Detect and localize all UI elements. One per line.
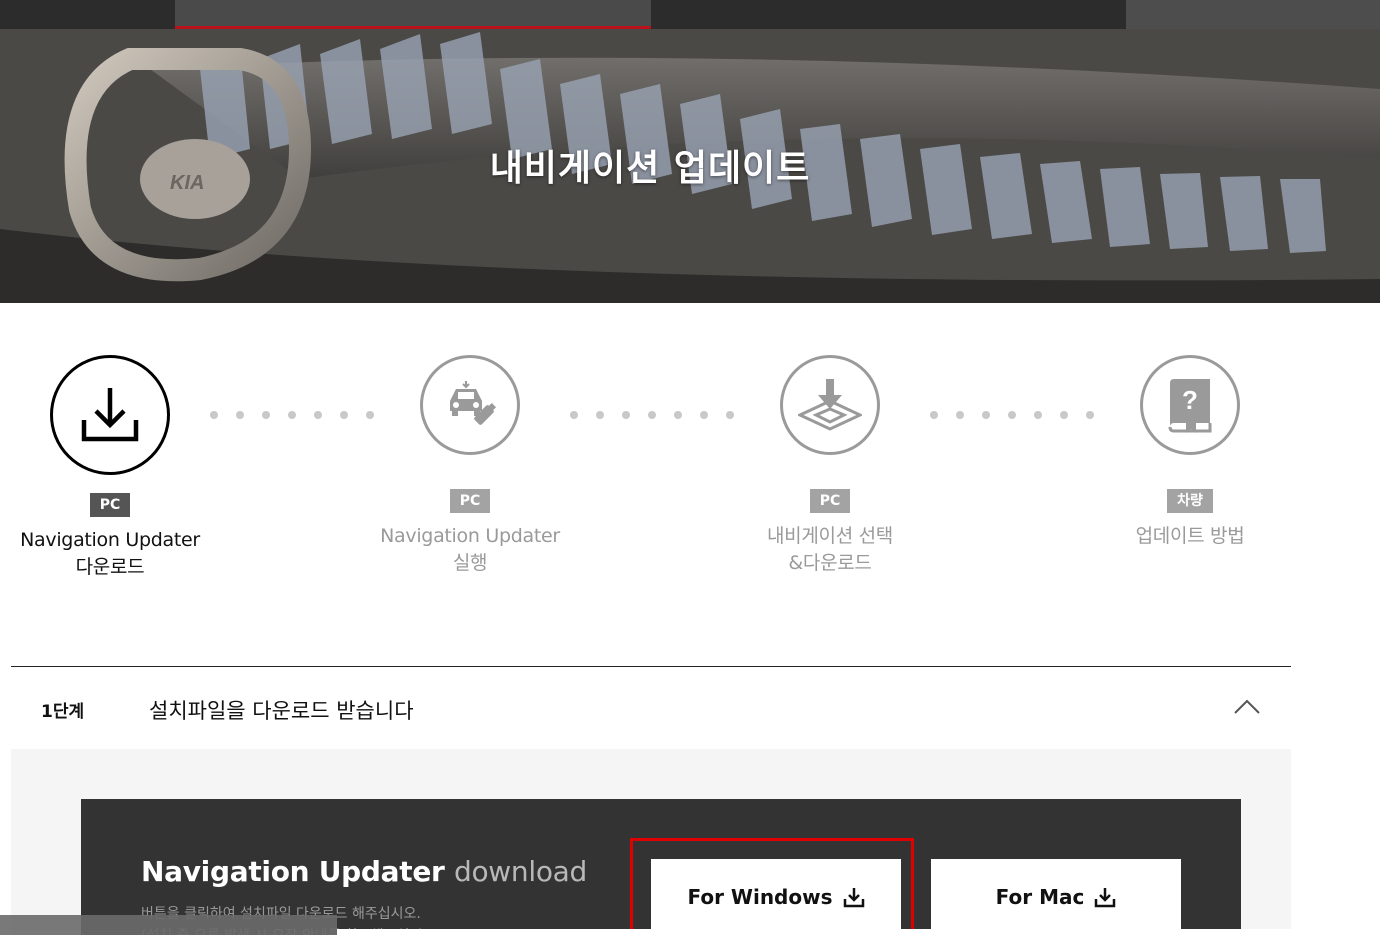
- step-circle: [50, 355, 170, 475]
- accordion-title: 설치파일을 다운로드 받습니다: [149, 699, 414, 723]
- hero-banner: KIA 내비게이션 업데이트: [0, 29, 1380, 303]
- help-book-icon: ?: [1168, 379, 1212, 433]
- step-badge: PC: [89, 493, 131, 517]
- step-download[interactable]: PC Navigation Updater 다운로드: [0, 355, 230, 581]
- step-label-line1: 내비게이션 선택: [766, 525, 893, 547]
- bottom-overlay-strip: [337, 929, 1380, 935]
- download-mac-button[interactable]: For Mac: [931, 859, 1181, 935]
- nav-tab-right[interactable]: [1126, 0, 1380, 29]
- accordion-step-label: 1단계: [41, 702, 85, 722]
- accordion-header-step1[interactable]: 1단계 설치파일을 다운로드 받습니다: [11, 667, 1291, 749]
- nav-tab-active[interactable]: [175, 0, 651, 29]
- download-icon: [81, 388, 139, 442]
- step-label: Navigation Updater 다운로드: [0, 527, 230, 581]
- bottom-overlay-bar: [0, 915, 337, 935]
- mac-button-label: For Mac: [995, 885, 1085, 909]
- step-label-line2: &다운로드: [788, 552, 872, 574]
- step-label: 내비게이션 선택 &다운로드: [710, 523, 950, 577]
- step-label-line2: 다운로드: [75, 556, 145, 578]
- step-label: Navigation Updater 실행: [350, 523, 590, 577]
- step-circle: [780, 355, 880, 455]
- step-update-method[interactable]: ? 차량 업데이트 방법: [1070, 355, 1310, 550]
- step-label: 업데이트 방법: [1070, 523, 1310, 550]
- download-title-bold: Navigation Updater: [141, 855, 445, 888]
- step-circle: [420, 355, 520, 455]
- step-select-download[interactable]: PC 내비게이션 선택 &다운로드: [710, 355, 950, 577]
- step-circle: ?: [1140, 355, 1240, 455]
- step-label-line1: 업데이트 방법: [1135, 525, 1245, 547]
- top-nav-bar: [0, 0, 1380, 29]
- step-badge: PC: [449, 489, 491, 513]
- step-label-line1: Navigation Updater: [20, 529, 200, 551]
- step-label-line1: Navigation Updater: [380, 525, 560, 547]
- svg-text:?: ?: [1182, 385, 1198, 415]
- download-icon: [1095, 888, 1116, 908]
- step-badge: PC: [809, 489, 851, 513]
- map-download-icon: [798, 379, 862, 431]
- download-title-light: download: [453, 855, 587, 888]
- step-run-updater[interactable]: PC Navigation Updater 실행: [350, 355, 590, 577]
- car-usb-icon: [450, 381, 497, 425]
- step-label-line2: 실행: [452, 552, 488, 574]
- hero-title: 내비게이션 업데이트: [489, 148, 811, 189]
- step-badge: 차량: [1167, 489, 1213, 513]
- chevron-up-icon[interactable]: [1233, 697, 1261, 717]
- highlight-annotation-box: [630, 838, 914, 935]
- download-panel-title: Navigation Updater download: [141, 855, 587, 888]
